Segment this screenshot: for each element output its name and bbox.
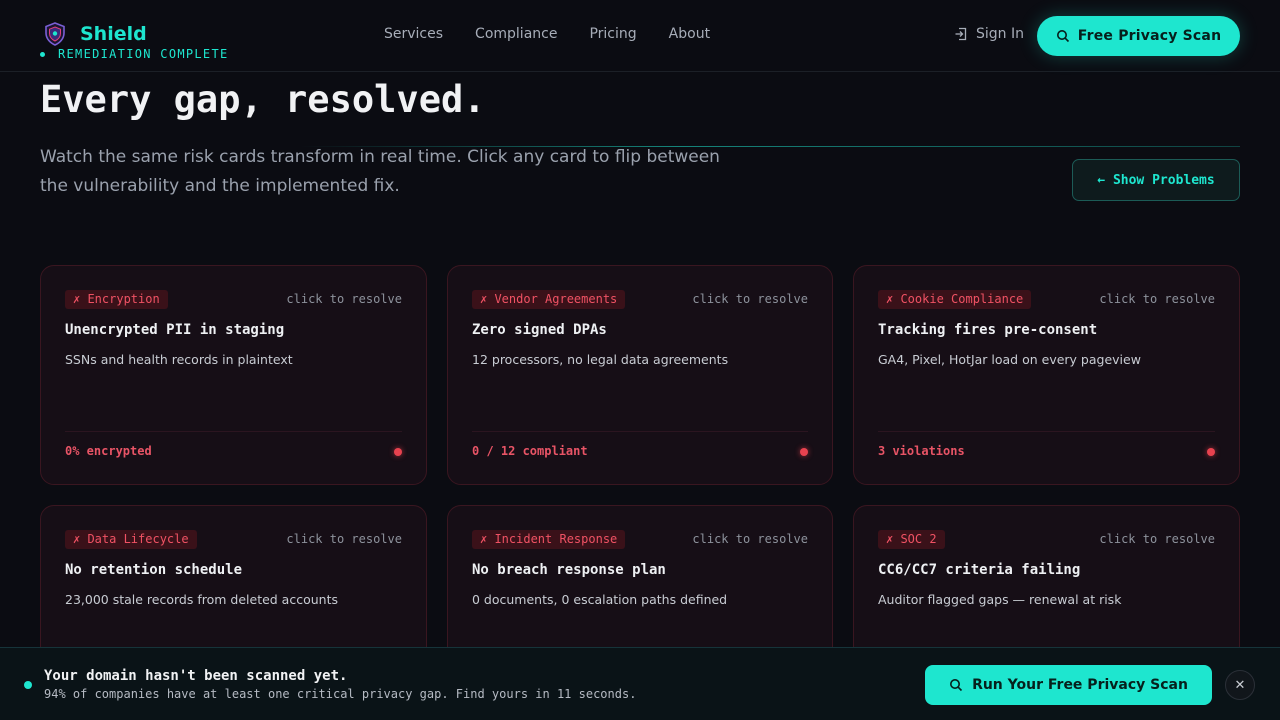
status-dot-icon: [40, 51, 45, 57]
card-description: SSNs and health records in plaintext: [65, 352, 293, 367]
card-hint: click to resolve: [1099, 532, 1215, 546]
risk-card-cookie-compliance[interactable]: ✗ Cookie Compliance click to resolve Tra…: [853, 265, 1240, 485]
risk-status-dot-icon: [800, 448, 808, 456]
card-title: Zero signed DPAs: [472, 322, 607, 338]
brand-name: Shield: [80, 23, 147, 45]
scan-prompt-banner: Your domain hasn't been scanned yet. 94%…: [0, 647, 1280, 720]
card-divider: [65, 431, 402, 432]
card-category-tag: ✗ SOC 2: [878, 530, 945, 549]
risk-status-dot-icon: [394, 448, 402, 456]
card-category-tag: ✗ Vendor Agreements: [472, 290, 626, 309]
risk-status-dot-icon: [1207, 448, 1215, 456]
card-divider: [472, 431, 808, 432]
card-description: GA4, Pixel, HotJar load on every pagevie…: [878, 352, 1141, 367]
nav-services[interactable]: Services: [384, 26, 443, 42]
card-metric: 0% encrypted: [65, 444, 152, 458]
card-description: 12 processors, no legal data agreements: [472, 352, 729, 367]
risk-card-vendor-agreements[interactable]: ✗ Vendor Agreements click to resolve Zer…: [447, 265, 833, 485]
run-privacy-scan-button[interactable]: Run Your Free Privacy Scan: [925, 665, 1212, 705]
page-title: Every gap, resolved.: [40, 78, 486, 121]
card-hint: click to resolve: [286, 292, 402, 306]
nav-pricing[interactable]: Pricing: [589, 26, 636, 42]
sign-in-link[interactable]: Sign In: [954, 26, 1024, 42]
card-category-tag: ✗ Encryption: [65, 290, 168, 309]
risk-card-encryption[interactable]: ✗ Encryption click to resolve Unencrypte…: [40, 265, 427, 485]
card-description: Auditor flagged gaps — renewal at risk: [878, 592, 1122, 607]
site-header: Shield REMEDIATION COMPLETE Services Com…: [0, 0, 1280, 72]
banner-title: Your domain hasn't been scanned yet.: [44, 668, 348, 684]
card-description: 0 documents, 0 escalation paths defined: [472, 592, 728, 607]
card-title: Unencrypted PII in staging: [65, 322, 285, 338]
remediation-status: REMEDIATION COMPLETE: [40, 47, 229, 61]
sign-in-icon: [955, 27, 967, 41]
sign-in-label: Sign In: [976, 26, 1024, 42]
main-nav: Services Compliance Pricing About: [384, 26, 742, 42]
card-description: 23,000 stale records from deleted accoun…: [65, 592, 338, 607]
brand-link[interactable]: Shield: [44, 22, 147, 46]
search-icon: [1056, 30, 1069, 43]
nav-about[interactable]: About: [669, 26, 710, 42]
banner-subtitle: 94% of companies have at least one criti…: [44, 687, 637, 701]
nav-compliance[interactable]: Compliance: [475, 26, 557, 42]
card-hint: click to resolve: [286, 532, 402, 546]
card-divider: [878, 431, 1215, 432]
card-hint: click to resolve: [692, 532, 808, 546]
card-category-tag: ✗ Incident Response: [472, 530, 626, 549]
close-icon[interactable]: ✕: [1225, 670, 1255, 700]
card-category-tag: ✗ Cookie Compliance: [878, 290, 1032, 309]
search-icon: [950, 679, 963, 692]
status-text: REMEDIATION COMPLETE: [58, 47, 229, 61]
card-title: No retention schedule: [65, 562, 243, 578]
card-hint: click to resolve: [692, 292, 808, 306]
run-privacy-scan-label: Run Your Free Privacy Scan: [972, 677, 1188, 693]
free-privacy-scan-button[interactable]: Free Privacy Scan: [1037, 16, 1240, 56]
card-title: Tracking fires pre-consent: [878, 322, 1098, 338]
card-hint: click to resolve: [1099, 292, 1215, 306]
card-category-tag: ✗ Data Lifecycle: [65, 530, 197, 549]
page-subtitle: Watch the same risk cards transform in r…: [40, 147, 720, 196]
card-title: No breach response plan: [472, 562, 666, 578]
free-privacy-scan-label: Free Privacy Scan: [1077, 28, 1222, 44]
banner-status-dot-icon: [24, 681, 32, 689]
card-title: CC6/CC7 criteria failing: [878, 562, 1081, 578]
card-metric: 3 violations: [878, 444, 965, 458]
card-metric: 0 / 12 compliant: [472, 444, 588, 458]
show-problems-button[interactable]: ← Show Problems: [1072, 159, 1240, 201]
shield-logo-icon: [45, 22, 65, 46]
